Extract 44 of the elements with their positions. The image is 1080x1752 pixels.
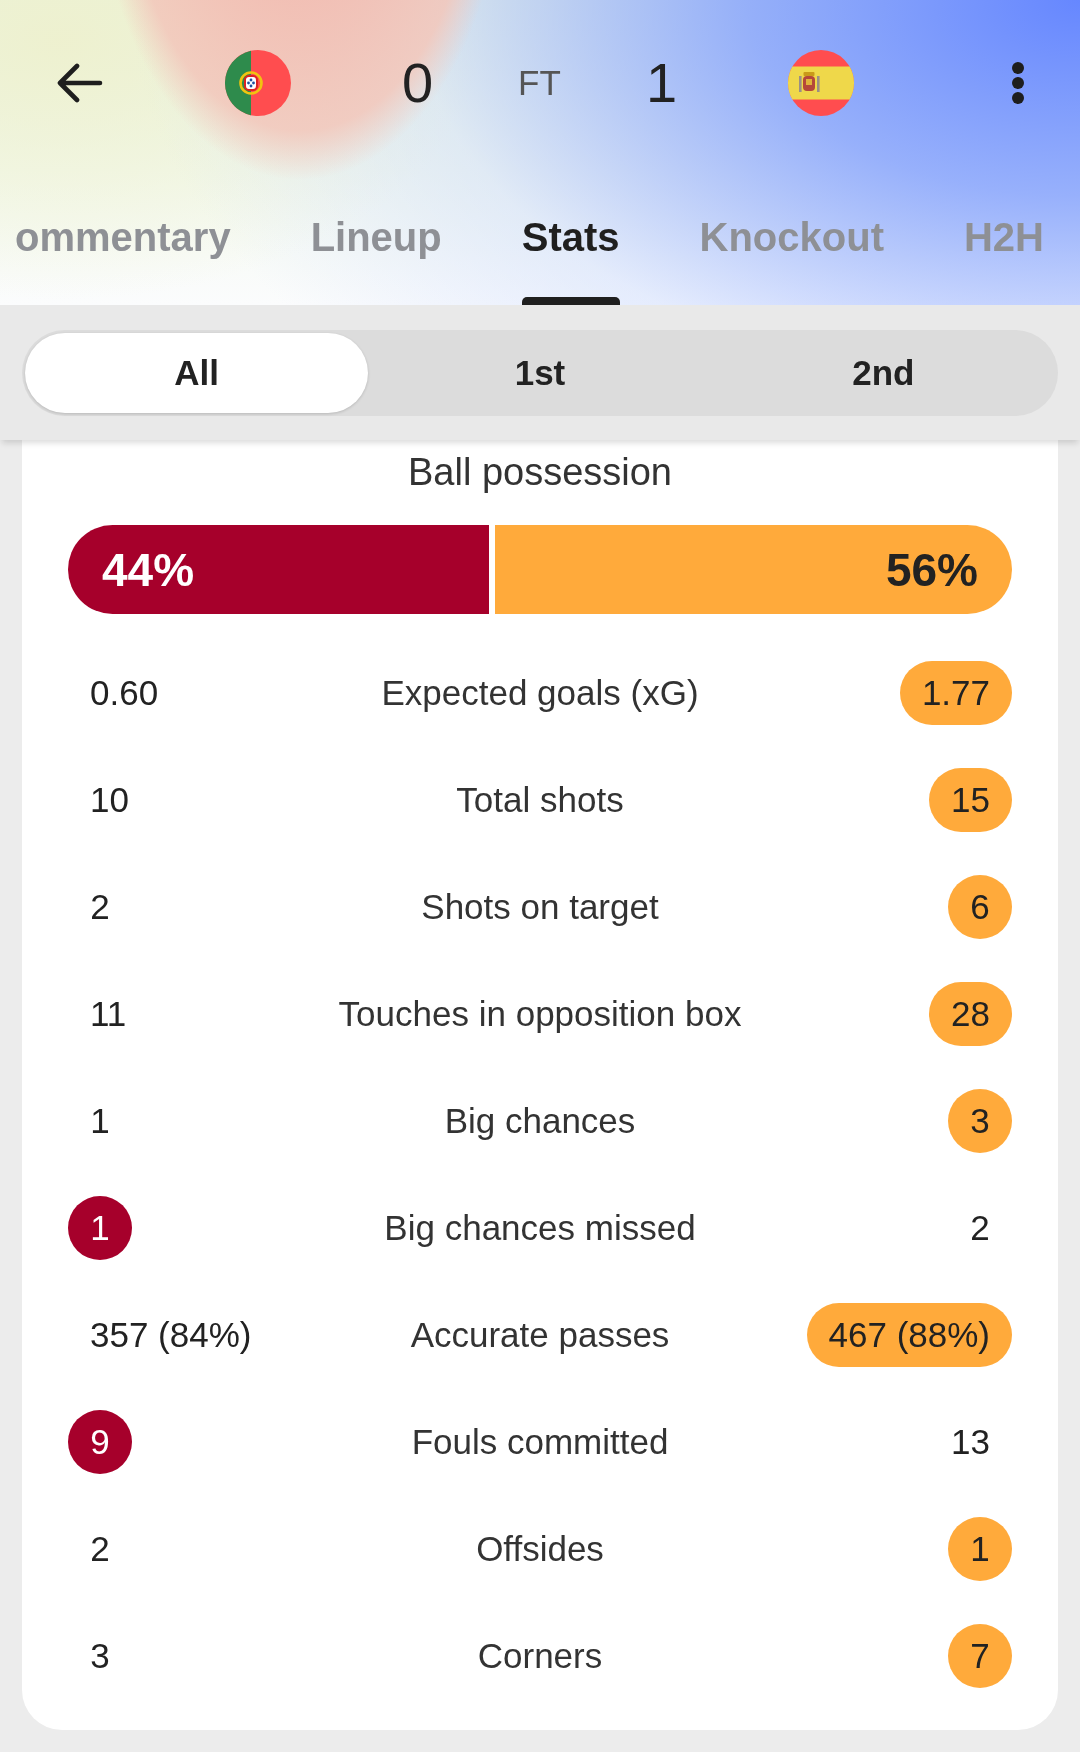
- stat-label: Big chances missed: [384, 1206, 696, 1249]
- possession-value: 56%: [885, 543, 978, 596]
- stat-label: Expected goals (xG): [381, 671, 699, 714]
- stat-label: Big chances: [444, 1099, 636, 1142]
- stat-label: Shots on target: [421, 885, 659, 928]
- period-tab[interactable]: 2nd: [711, 333, 1055, 413]
- stat-value: 2: [89, 885, 111, 928]
- stat-label: Accurate passes: [410, 1313, 670, 1356]
- stat-value: 13: [950, 1420, 991, 1463]
- stat-value: 357 (84%): [89, 1313, 253, 1356]
- stat-value: 2: [969, 1206, 991, 1249]
- back-icon[interactable]: [56, 62, 103, 103]
- section-title: Ball possession: [407, 450, 672, 494]
- stat-value: 3: [948, 1088, 1012, 1153]
- stat-value: 9: [68, 1409, 132, 1474]
- stat-value: 467 (88%): [806, 1302, 1012, 1367]
- stat-value: 1: [68, 1195, 132, 1260]
- stat-value: 1.77: [899, 660, 1012, 725]
- period-tab[interactable]: 1st: [368, 333, 712, 413]
- more-options-icon[interactable]: [1011, 60, 1025, 105]
- stat-label: Offsides: [476, 1527, 604, 1570]
- stat-value: 1: [948, 1516, 1012, 1581]
- stat-value: 3: [89, 1634, 111, 1677]
- flag-icon: [788, 49, 854, 116]
- stat-value: 11: [89, 992, 128, 1035]
- stat-value: 10: [89, 778, 130, 821]
- stat-value: 7: [948, 1623, 1012, 1688]
- stat-value: 0.60: [89, 671, 160, 714]
- home-score: 0: [401, 50, 434, 115]
- stat-value: 2: [89, 1527, 111, 1570]
- stat-value: 1: [89, 1099, 111, 1142]
- flag-icon: [225, 49, 291, 116]
- possession-value: 44%: [102, 543, 195, 596]
- away-score: 1: [645, 50, 678, 115]
- match-status: FT: [518, 62, 561, 103]
- stat-label: Corners: [477, 1634, 603, 1677]
- stat-value: 15: [929, 767, 1012, 832]
- stat-label: Fouls committed: [411, 1420, 669, 1463]
- tab[interactable]: Stats: [521, 184, 620, 305]
- period-tab[interactable]: All: [25, 333, 369, 413]
- stat-label: Total shots: [456, 778, 624, 821]
- stat-value: 28: [929, 981, 1012, 1046]
- stat-value: 6: [948, 874, 1012, 939]
- stat-label: Touches in opposition box: [338, 992, 742, 1035]
